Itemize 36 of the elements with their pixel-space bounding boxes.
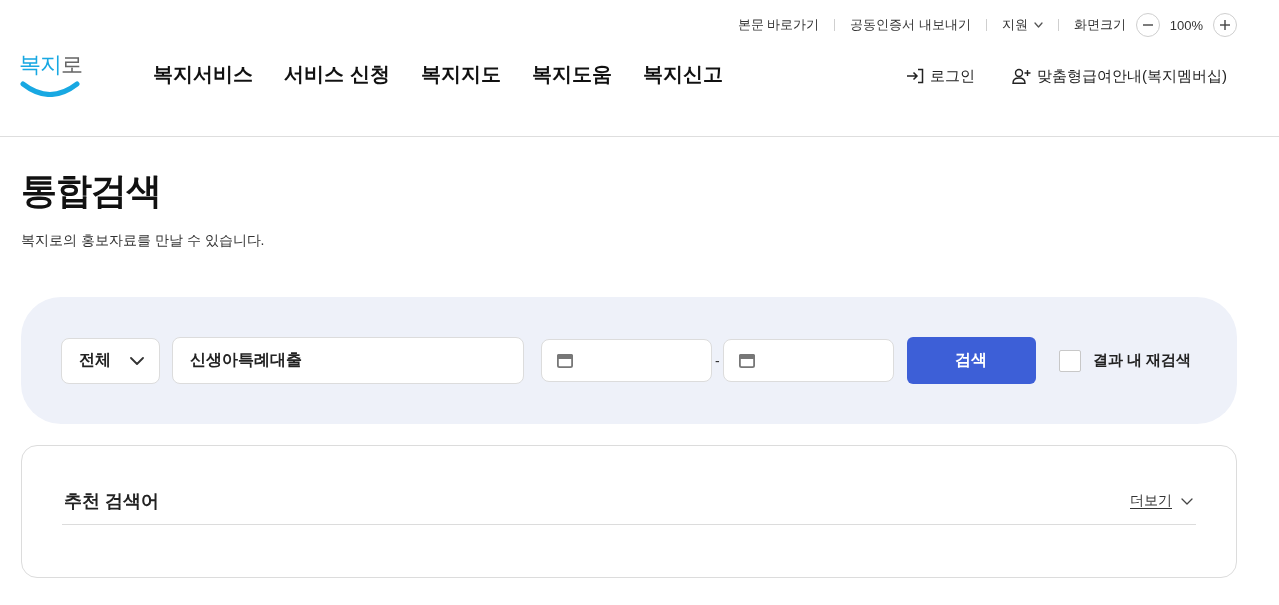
logo-text[interactable]: 복지로 bbox=[18, 51, 82, 79]
chevron-down-icon bbox=[1181, 497, 1193, 505]
date-field[interactable] bbox=[722, 339, 894, 382]
nav-menu-item[interactable]: 복지도움 bbox=[531, 60, 612, 88]
utility-link[interactable]: 본문 바로가기 bbox=[737, 16, 820, 34]
nav-menu-item[interactable]: 서비스 신청 bbox=[284, 60, 390, 88]
nav-menu-item[interactable]: 복지서비스 bbox=[153, 60, 253, 88]
user-plus-icon bbox=[1012, 68, 1031, 84]
nav-menu-item[interactable]: 복지지도 bbox=[420, 60, 501, 88]
date-separator: - bbox=[715, 352, 720, 369]
utility-link[interactable]: 공동인증서 내보내기 bbox=[850, 16, 971, 34]
login-icon bbox=[906, 68, 924, 84]
smile-icon bbox=[20, 81, 80, 97]
section-title: 추천 검색어 bbox=[64, 490, 159, 513]
search-button[interactable]: 검색 bbox=[906, 337, 1036, 384]
more-link[interactable]: 더보기 bbox=[1130, 492, 1193, 510]
chevron-down-icon bbox=[1033, 22, 1043, 28]
date-field[interactable] bbox=[541, 339, 712, 382]
calendar-icon bbox=[738, 353, 755, 368]
support-dropdown[interactable]: 지원 bbox=[1001, 16, 1043, 34]
zoom-out-button[interactable] bbox=[1135, 13, 1160, 37]
plus-icon bbox=[1220, 20, 1230, 30]
page-description: 복지로의 홍보자료를 만날 수 있습니다. bbox=[21, 231, 266, 250]
calendar-icon bbox=[557, 353, 573, 368]
checkbox-label[interactable]: 결과 내 재검색 bbox=[1092, 351, 1191, 370]
zoom-level: 100% bbox=[1169, 17, 1203, 33]
page-title: 통합검색 bbox=[21, 170, 162, 212]
zoom-label: 화면크기 bbox=[1073, 16, 1126, 34]
login-link[interactable]: 로그인 bbox=[906, 66, 975, 86]
zoom-in-button[interactable] bbox=[1213, 13, 1237, 37]
search-field[interactable]: 신생아특례대출 bbox=[172, 337, 524, 384]
membership-link[interactable]: 맞춤형급여안내(복지멤버십) bbox=[1012, 66, 1227, 86]
checkbox[interactable] bbox=[1058, 349, 1081, 372]
nav-menu-item[interactable]: 복지신고 bbox=[642, 60, 723, 88]
chevron-down-icon bbox=[130, 356, 144, 365]
category-select[interactable]: 전체 bbox=[61, 337, 160, 384]
